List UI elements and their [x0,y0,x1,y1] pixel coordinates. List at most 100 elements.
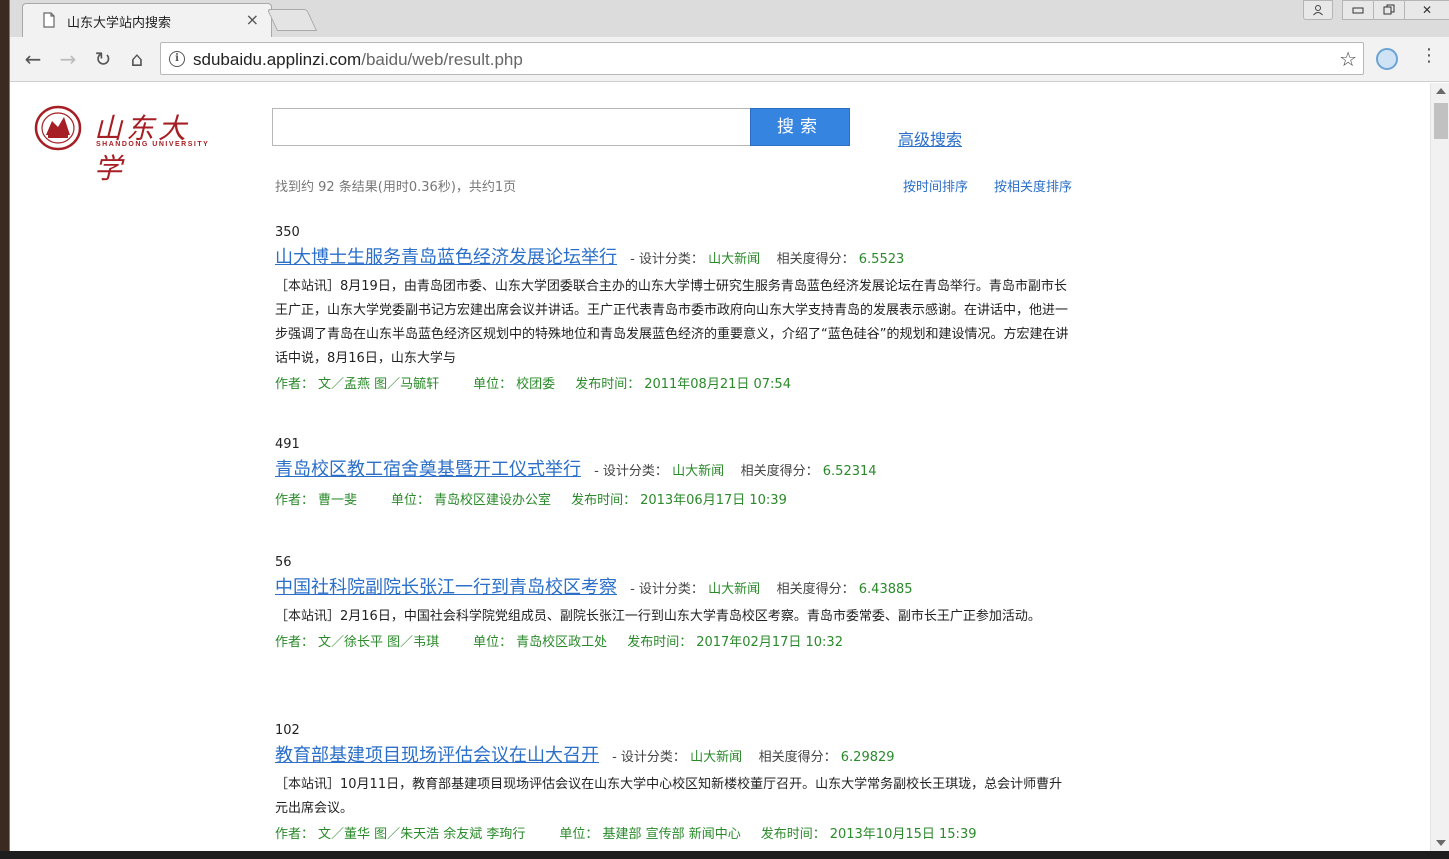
result-title-link[interactable]: 青岛校区教工宿舍奠基暨开工仪式举行 [275,459,581,480]
sort-by-relevance-link[interactable]: 按相关度排序 [994,176,1072,195]
home-icon[interactable]: ⌂ [124,46,150,72]
score-label: 相关度得分： [776,252,855,267]
published-label: 发布时间： [760,827,826,842]
published-value: 2013年10月15日 15:39 [829,827,977,842]
tab-strip: 山东大学站内搜索 × ✕ [10,0,1449,37]
bookmark-star-icon[interactable]: ☆ [1339,47,1357,71]
unit-value: 青岛校区政工处 [516,635,608,650]
restore-button[interactable] [1373,0,1405,20]
active-tab[interactable]: 山东大学站内搜索 × [22,3,272,37]
url-path: /baidu/web/result.php [361,50,523,69]
result-header: 青岛校区教工宿舍奠基暨开工仪式举行 - 设计分类： 山大新闻 相关度得分： 6.… [275,455,1075,485]
taskbar-strip [0,851,1449,859]
unit-value: 校团委 [516,377,556,392]
unit-label: 单位： [559,827,599,842]
advanced-search-link[interactable]: 高级搜索 [898,126,962,150]
category-value: 山大新闻 [708,582,761,597]
page-content: 山东大学 SHANDONG UNIVERSITY 搜索 高级搜索 找到约 92 … [10,83,1430,851]
score-value: 6.5523 [858,252,905,267]
author-label: 作者： [275,827,315,842]
author-value: 曹一斐 [318,493,358,508]
author-label: 作者： [275,493,315,508]
logo-english-text: SHANDONG UNIVERSITY [96,141,210,148]
score-label: 相关度得分： [776,582,855,597]
score-label: 相关度得分： [740,464,819,479]
unit-label: 单位： [473,377,513,392]
minimize-button[interactable] [1342,0,1374,20]
scroll-down-icon[interactable] [1436,840,1446,846]
unit-label: 单位： [473,635,513,650]
info-icon[interactable]: i [169,51,185,67]
tab-close-icon[interactable]: × [246,10,259,29]
author-label: 作者： [275,377,315,392]
category-value: 山大新闻 [708,252,761,267]
url-text[interactable]: sdubaidu.applinzi.com/baidu/web/result.p… [193,50,523,70]
result-item: 350 山大博士生服务青岛蓝色经济发展论坛举行 - 设计分类： 山大新闻 相关度… [275,223,1075,397]
unit-value: 青岛校区建设办公室 [434,493,552,508]
unit-value: 基建部 宣传部 新闻中心 [602,827,741,842]
result-title-link[interactable]: 山大博士生服务青岛蓝色经济发展论坛举行 [275,247,617,268]
reload-icon[interactable]: ↻ [90,46,116,72]
result-snippet: ［本站讯］10月11日，教育部基建项目现场评估会议在山东大学中心校区知新楼校董厅… [275,777,1063,816]
university-logo[interactable]: 山东大学 SHANDONG UNIVERSITY [34,105,214,185]
result-header: 中国社科院副院长张江一行到青岛校区考察 - 设计分类： 山大新闻 相关度得分： … [275,573,1075,603]
result-meta: - 设计分类： 山大新闻 相关度得分： 6.43885 [630,582,913,597]
result-footer: 作者： 文／董华 图／朱天浩 余友斌 李珣行 单位： 基建部 宣传部 新闻中心 发布时间… [275,823,1075,847]
scrollbar-thumb[interactable] [1434,103,1448,139]
result-title-link[interactable]: 中国社科院副院长张江一行到青岛校区考察 [275,577,617,598]
result-item: 56 中国社科院副院长张江一行到青岛校区考察 - 设计分类： 山大新闻 相关度得… [275,553,1075,655]
author-value: 文／董华 图／朱天浩 余友斌 李珣行 [318,827,526,842]
result-snippet: ［本站讯］8月19日，由青岛团市委、山东大学团委联合主办的山东大学博士研究生服务… [275,279,1069,366]
result-id: 102 [275,723,300,738]
new-tab-button[interactable] [266,9,318,31]
published-label: 发布时间： [571,493,637,508]
back-icon[interactable]: ← [20,46,46,72]
result-item: 102 教育部基建项目现场评估会议在山大召开 - 设计分类： 山大新闻 相关度得… [275,721,1075,847]
tab-title: 山东大学站内搜索 [67,16,172,31]
score-value: 6.29829 [840,750,895,765]
search-input[interactable] [272,108,750,146]
vertical-scrollbar[interactable] [1430,83,1449,851]
address-bar[interactable]: i sdubaidu.applinzi.com/baidu/web/result… [160,42,1364,75]
published-value: 2017年02月17日 10:32 [696,635,843,650]
result-id: 350 [275,225,300,240]
menu-icon[interactable]: ⋮ [1420,45,1438,66]
result-meta: - 设计分类： 山大新闻 相关度得分： 6.52314 [594,464,877,479]
published-label: 发布时间： [575,377,641,392]
result-meta: - 设计分类： 山大新闻 相关度得分： 6.29829 [612,750,895,765]
close-window-button[interactable]: ✕ [1404,0,1449,20]
result-item: 491 青岛校区教工宿舍奠基暨开工仪式举行 - 设计分类： 山大新闻 相关度得分… [275,435,1075,513]
result-meta: - 设计分类： 山大新闻 相关度得分： 6.5523 [630,252,905,267]
category-label: 设计分类： [620,750,686,765]
score-label: 相关度得分： [758,750,837,765]
browser-window: 山东大学站内搜索 × ✕ ← → ↻ ⌂ i sdubaidu.applinzi… [9,0,1449,851]
user-icon[interactable] [1303,0,1333,20]
university-seal-icon [34,105,82,151]
result-stats: 找到约 92 条结果(用时0.36秒)，共约1页 [275,180,517,195]
result-title-link[interactable]: 教育部基建项目现场评估会议在山大召开 [275,745,599,766]
result-header: 山大博士生服务青岛蓝色经济发展论坛举行 - 设计分类： 山大新闻 相关度得分： … [275,243,1075,273]
author-label: 作者： [275,635,315,650]
scroll-up-icon[interactable] [1436,88,1446,94]
category-label: 设计分类： [638,582,704,597]
category-label: 设计分类： [638,252,704,267]
result-footer: 作者： 文／孟燕 图／马毓轩 单位： 校团委 发布时间： 2011年08月21日 07:5… [275,373,1075,397]
published-label: 发布时间： [627,635,693,650]
score-value: 6.52314 [822,464,877,479]
browser-toolbar: ← → ↻ ⌂ i sdubaidu.applinzi.com/baidu/we… [10,37,1449,82]
extension-icon[interactable] [1376,48,1398,70]
url-host: sdubaidu.applinzi.com [193,50,362,69]
category-value: 山大新闻 [672,464,725,479]
page-icon [43,12,55,28]
forward-icon[interactable]: → [55,46,81,72]
category-label: 设计分类： [602,464,668,479]
search-button[interactable]: 搜索 [750,108,850,146]
category-value: 山大新闻 [690,750,743,765]
sort-by-time-link[interactable]: 按时间排序 [903,176,968,195]
result-footer: 作者： 曹一斐 单位： 青岛校区建设办公室 发布时间： 2013年06月17日 10:39 [275,489,1075,513]
result-header: 教育部基建项目现场评估会议在山大召开 - 设计分类： 山大新闻 相关度得分： 6… [275,741,1075,771]
window-controls: ✕ [1303,0,1449,20]
result-footer: 作者： 文／徐长平 图／韦琪 单位： 青岛校区政工处 发布时间： 2017年02月17日 … [275,631,1075,655]
result-id: 56 [275,555,292,570]
author-value: 文／孟燕 图／马毓轩 [318,377,440,392]
